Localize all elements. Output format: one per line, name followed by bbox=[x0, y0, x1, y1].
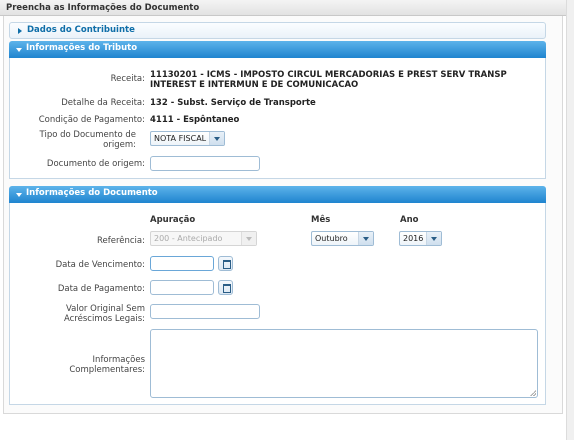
documento-origem-label: Documento de origem: bbox=[46, 159, 145, 169]
column-apuracao-header: Apuração bbox=[150, 215, 196, 225]
section-informacoes-tributo-header[interactable]: Informações do Tributo bbox=[9, 41, 546, 58]
ano-value: 2016 bbox=[403, 234, 424, 243]
vertical-scrollbar[interactable] bbox=[566, 0, 574, 440]
informacoes-complementares-label: Informações Complementares: bbox=[69, 355, 145, 375]
apuracao-value: 200 - Antecipado bbox=[154, 234, 223, 243]
receita-label: Receita: bbox=[110, 74, 145, 84]
valor-original-input[interactable] bbox=[150, 304, 260, 319]
dropdown-arrow-icon[interactable] bbox=[358, 232, 373, 245]
detalhe-receita-label: Detalhe da Receita: bbox=[61, 98, 145, 108]
mes-select[interactable]: Outubro bbox=[311, 231, 374, 246]
tipo-documento-label: Tipo do Documento de origem: bbox=[39, 130, 136, 150]
dropdown-arrow-icon[interactable] bbox=[426, 232, 441, 245]
valor-original-label: Valor Original Sem Acréscimos Legais: bbox=[63, 304, 145, 324]
apuracao-select: 200 - Antecipado bbox=[150, 231, 257, 246]
data-pagamento-label: Data de Pagamento: bbox=[57, 284, 145, 294]
condicao-pagamento-label: Condição de Pagamento: bbox=[38, 115, 145, 125]
chevron-down-icon bbox=[16, 48, 22, 52]
data-vencimento-input[interactable] bbox=[150, 256, 214, 271]
tipo-documento-value: NOTA FISCAL bbox=[154, 134, 207, 143]
dropdown-arrow-icon[interactable] bbox=[209, 132, 224, 145]
chevron-down-icon bbox=[16, 193, 22, 197]
dropdown-arrow-icon bbox=[241, 232, 256, 245]
section-informacoes-documento-header[interactable]: Informações do Documento bbox=[9, 186, 546, 203]
receita-value: 11130201 - ICMS - IMPOSTO CIRCUL MERCADO… bbox=[150, 70, 507, 90]
data-vencimento-label: Data de Vencimento: bbox=[55, 260, 145, 270]
section-title: Informações do Tributo bbox=[26, 43, 138, 53]
section-title: Informações do Documento bbox=[26, 188, 158, 198]
detalhe-receita-value: 132 - Subst. Serviço de Transporte bbox=[150, 98, 316, 108]
calendar-icon[interactable] bbox=[218, 256, 233, 271]
ano-select[interactable]: 2016 bbox=[399, 231, 442, 246]
section-dados-contribuinte-header[interactable]: Dados do Contribuinte bbox=[9, 22, 546, 39]
resize-grip-icon[interactable] bbox=[530, 390, 536, 396]
column-ano-header: Ano bbox=[400, 215, 419, 225]
documento-origem-input[interactable] bbox=[150, 156, 260, 171]
condicao-pagamento-value: 4111 - Espôntaneo bbox=[150, 115, 240, 125]
section-title: Dados do Contribuinte bbox=[27, 25, 135, 35]
tipo-documento-select[interactable]: NOTA FISCAL bbox=[150, 131, 225, 146]
calendar-icon[interactable] bbox=[218, 280, 233, 295]
informacoes-complementares-textarea[interactable] bbox=[150, 329, 538, 398]
column-mes-header: Mês bbox=[311, 215, 331, 225]
referencia-label: Referência: bbox=[96, 236, 145, 246]
data-pagamento-input[interactable] bbox=[150, 280, 214, 295]
page-title: Preencha as Informações do Documento bbox=[0, 0, 566, 16]
mes-value: Outubro bbox=[315, 234, 348, 243]
chevron-right-icon bbox=[18, 28, 22, 34]
